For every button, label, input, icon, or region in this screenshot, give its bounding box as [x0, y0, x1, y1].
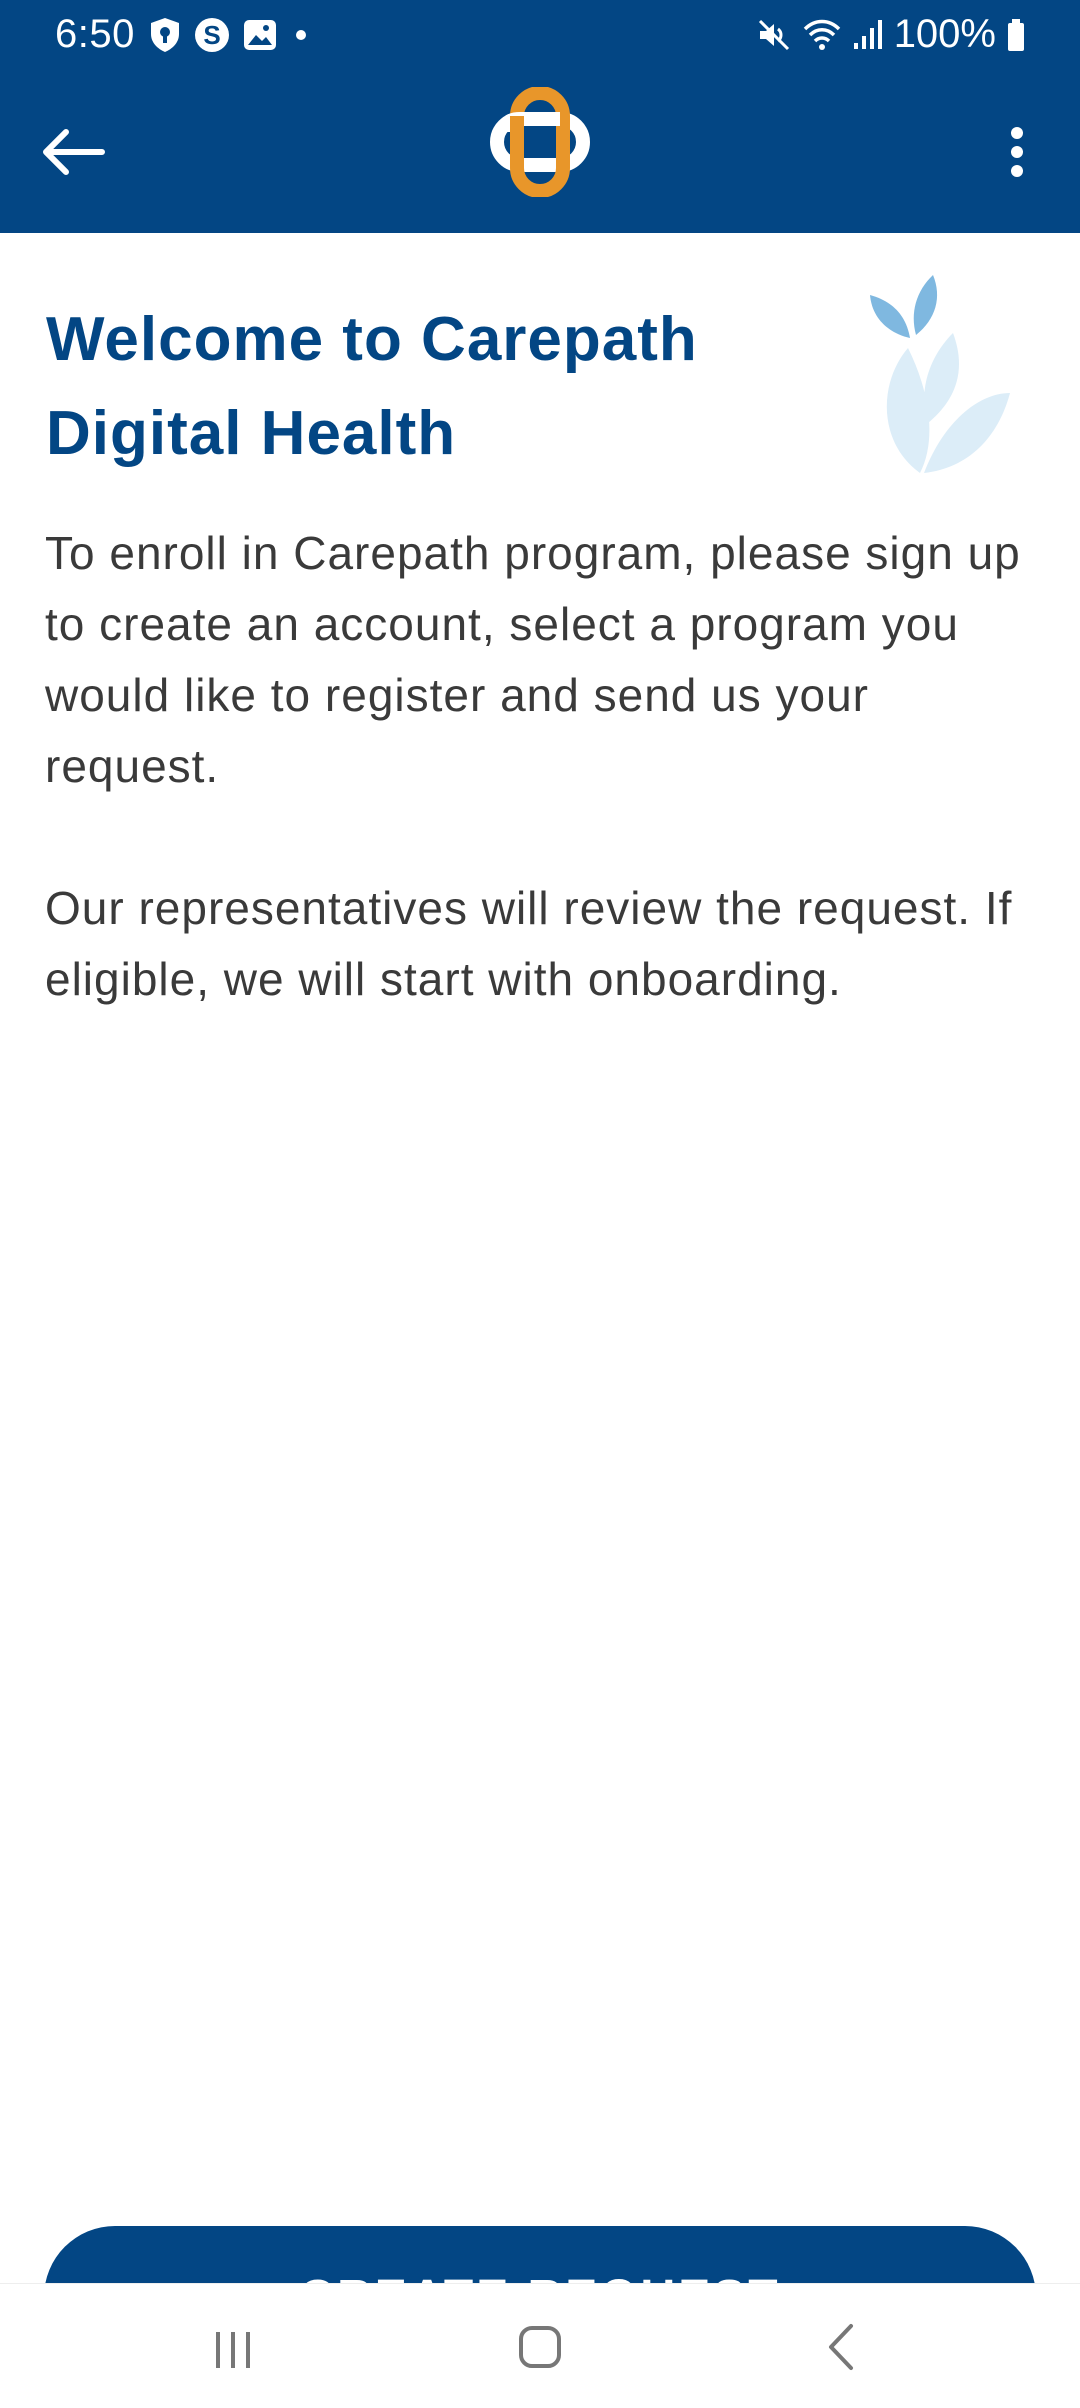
recents-icon[interactable] — [200, 2320, 270, 2380]
arrow-left-icon — [43, 129, 105, 175]
s-badge-icon: S — [195, 18, 229, 52]
carepath-logo-icon — [490, 87, 590, 197]
shield-icon — [151, 18, 179, 52]
more-options-button[interactable] — [982, 107, 1052, 197]
leaf-icon — [870, 275, 1010, 473]
status-right-icons: 100% — [756, 12, 1026, 57]
back-icon[interactable] — [805, 2318, 875, 2378]
more-vertical-icon — [1011, 127, 1023, 177]
mute-icon — [758, 19, 789, 50]
back-button[interactable] — [28, 107, 118, 197]
status-bar: 6:50 S 100% — [0, 0, 1080, 70]
app-bar — [0, 70, 1080, 233]
main-content: Welcome to Carepath Digital Health To en… — [0, 233, 1080, 2368]
battery-icon — [1008, 18, 1024, 51]
review-paragraph: Our representatives will review the requ… — [45, 882, 1013, 1005]
battery-percentage: 100% — [893, 12, 996, 56]
svg-text:S: S — [203, 20, 220, 50]
intro-paragraph: To enroll in Carepath program, please si… — [45, 527, 1021, 792]
system-nav-bar — [0, 2283, 1080, 2408]
dot-icon — [296, 30, 306, 40]
signal-icon — [853, 19, 882, 49]
wifi-icon — [803, 19, 840, 50]
status-time: 6:50 — [55, 12, 135, 56]
gallery-icon — [244, 20, 276, 50]
home-icon[interactable] — [505, 2318, 575, 2378]
status-left-icons: S — [148, 16, 312, 54]
page-title: Welcome to Carepath Digital Health — [46, 305, 698, 468]
